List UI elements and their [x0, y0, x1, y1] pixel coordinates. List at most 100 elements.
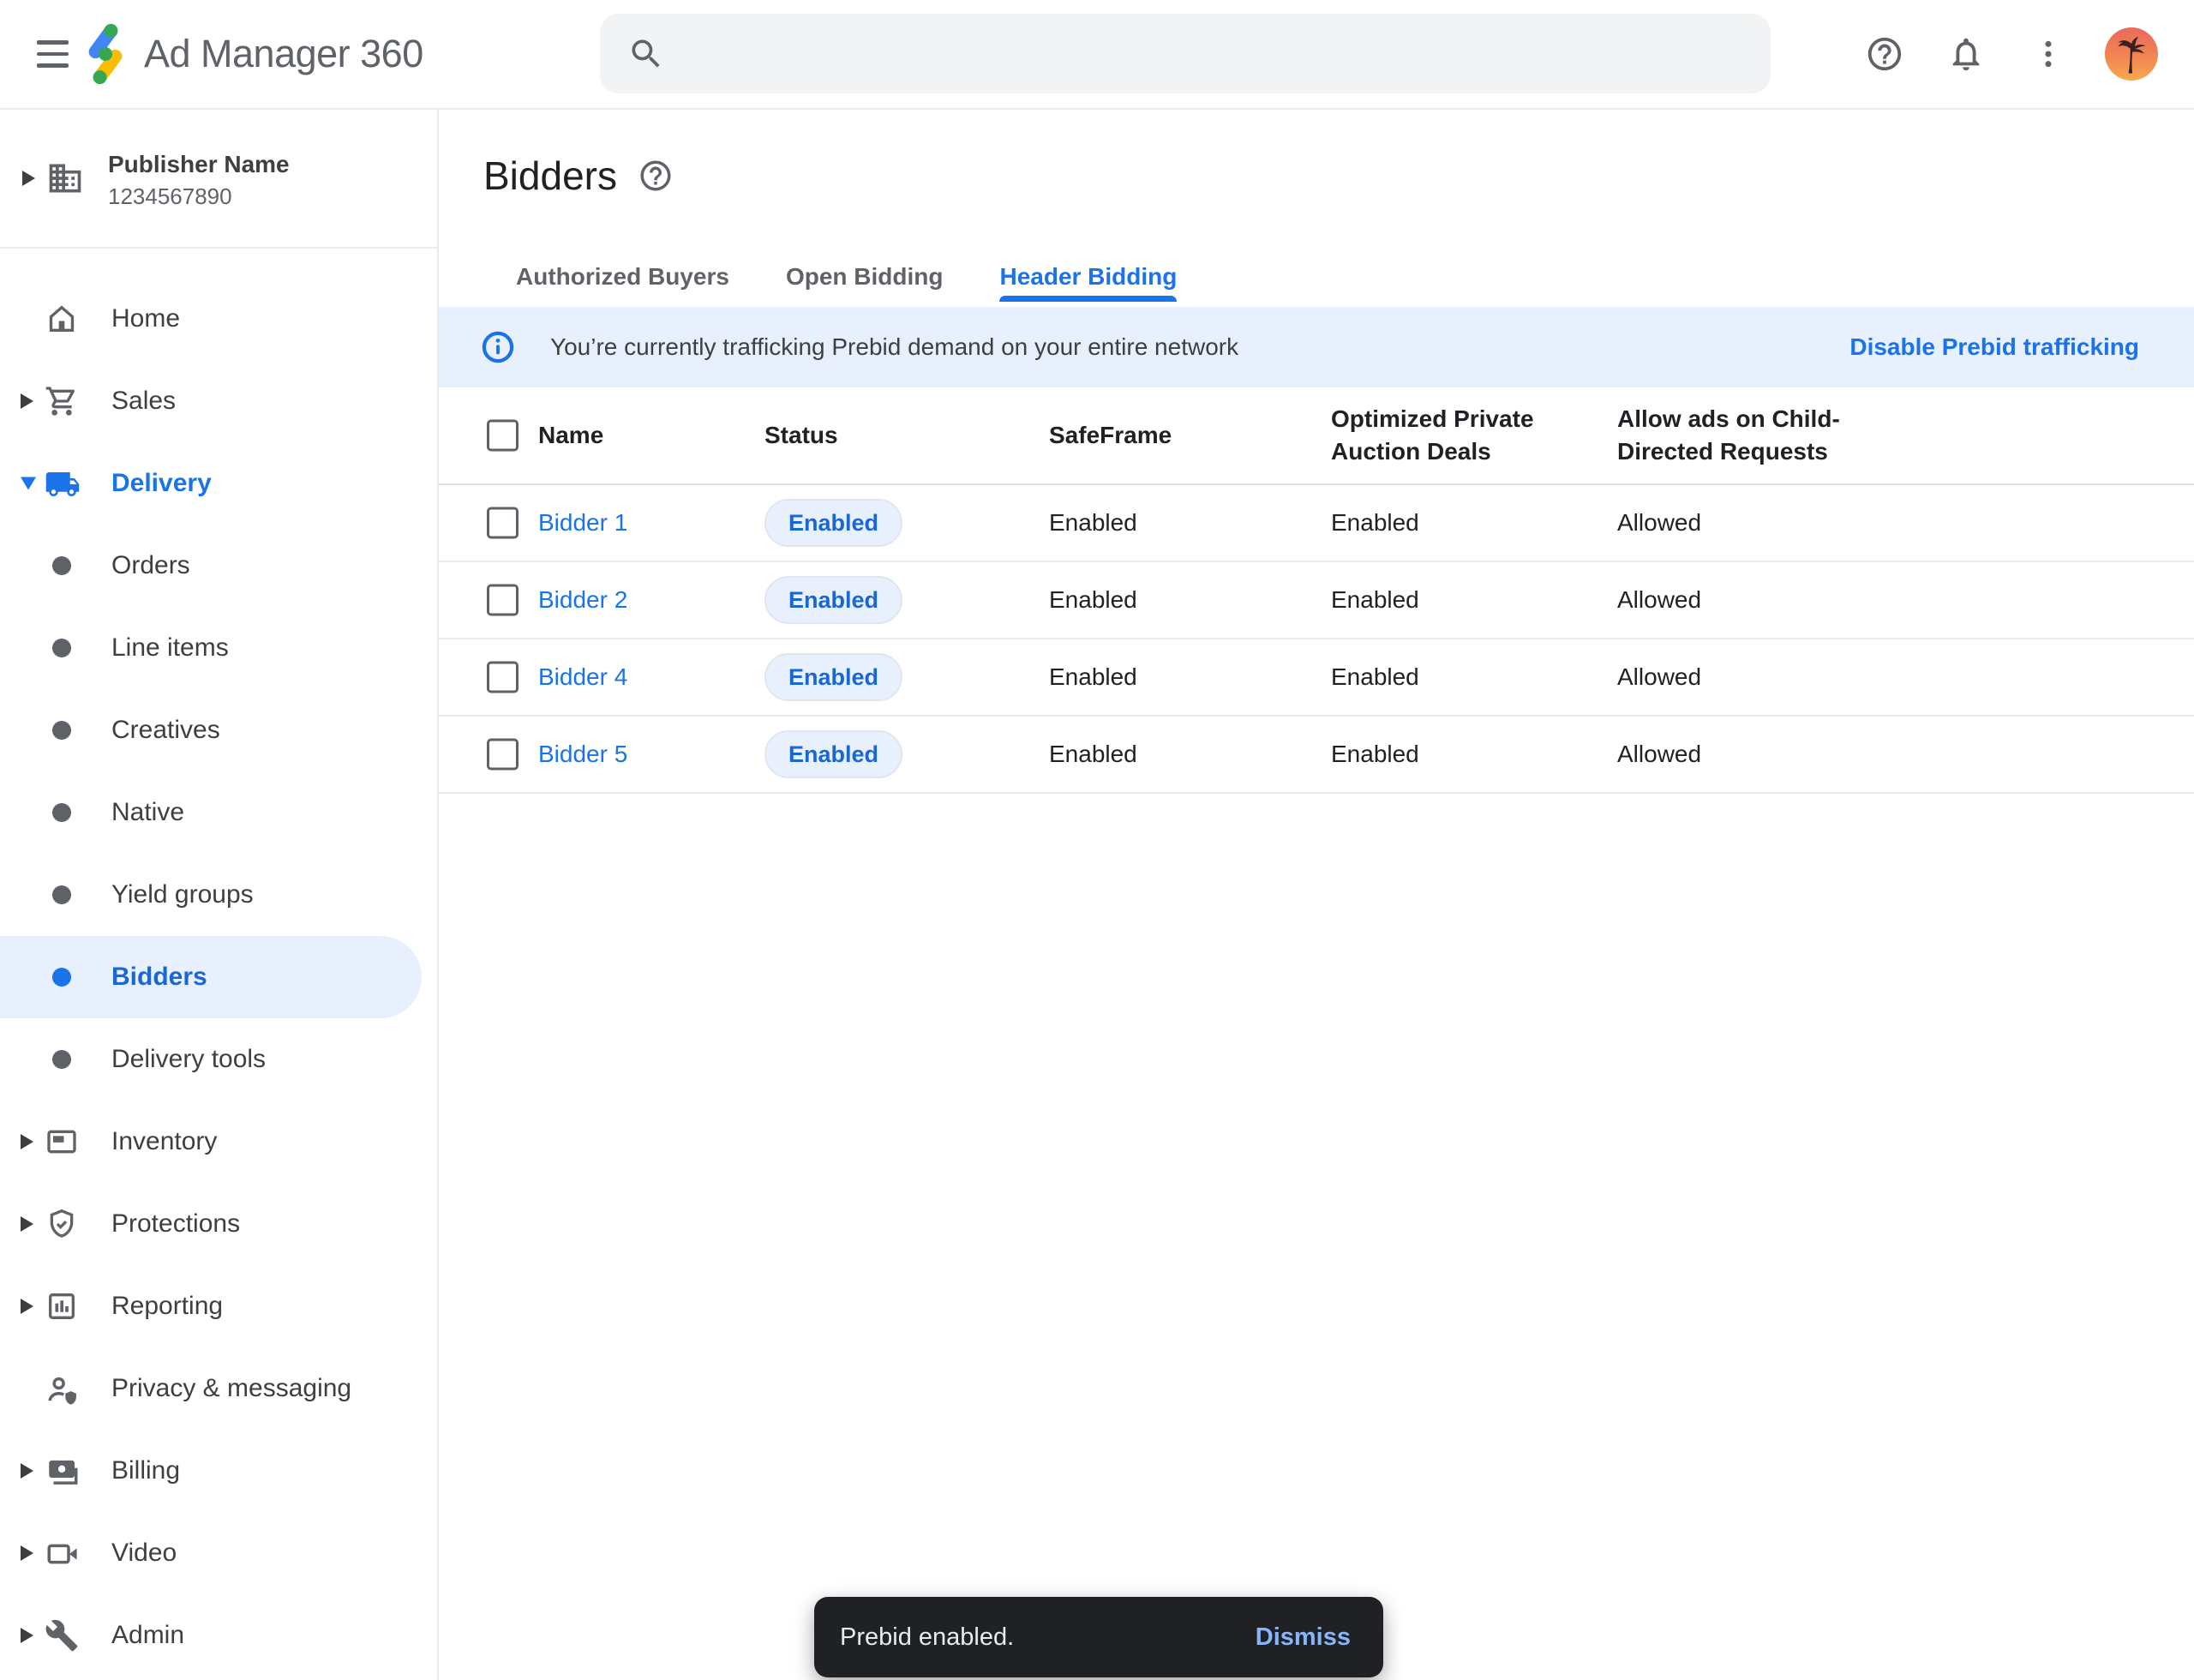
sidebar-item-label: Billing [111, 1456, 180, 1485]
expand-right-icon[interactable] [21, 1216, 33, 1232]
notifications-button[interactable] [1938, 26, 1994, 82]
sidebar-item-inventory[interactable]: Inventory [0, 1101, 437, 1183]
sidebar-item-label: Creatives [111, 716, 220, 745]
expand-right-icon[interactable] [21, 1628, 33, 1643]
bullet-icon [52, 639, 71, 657]
app-title: Ad Manager 360 [144, 0, 423, 108]
search-input[interactable] [691, 39, 1745, 69]
status-chip: Enabled [764, 576, 902, 624]
publisher-name: Publisher Name [108, 151, 290, 178]
sidebar-item-admin[interactable]: Admin [0, 1594, 437, 1677]
palm-tree-image [2108, 31, 2155, 77]
bidder-link[interactable]: Bidder 1 [538, 509, 627, 537]
publisher-id: 1234567890 [108, 183, 232, 210]
status-chip: Enabled [764, 653, 902, 701]
ad-manager-logo-icon [79, 19, 132, 93]
help-button[interactable] [1856, 26, 1913, 82]
bullet-icon [52, 556, 71, 575]
privacy-icon [45, 1371, 79, 1406]
toast-dismiss-button[interactable]: Dismiss [1256, 1623, 1351, 1652]
sidebar-item-label: Inventory [111, 1127, 217, 1156]
optimized-private-auction-deals-value: Enabled [1331, 586, 1419, 614]
sidebar-item-label: Privacy & messaging [111, 1374, 351, 1403]
bullet-icon [52, 803, 71, 822]
search-icon [627, 35, 665, 73]
expand-right-icon[interactable] [21, 393, 33, 409]
allow-child-directed-value: Allowed [1617, 509, 1701, 537]
allow-child-directed-value: Allowed [1617, 741, 1701, 768]
tab-label: Open Bidding [786, 263, 944, 291]
select-all-checkbox[interactable] [487, 420, 519, 452]
sidebar-item-protections[interactable]: Protections [0, 1183, 437, 1265]
more-options-button[interactable] [2020, 26, 2077, 82]
bell-icon [1946, 34, 1986, 74]
sidebar-item-billing[interactable]: Billing [0, 1430, 437, 1512]
column-header-name: Name [538, 419, 603, 452]
sidebar: Publisher Name 1234567890 Home Sales Deliv… [0, 110, 439, 1680]
building-icon [46, 159, 84, 197]
page-help-icon[interactable] [638, 158, 674, 194]
sidebar-item-home[interactable]: Home [0, 278, 437, 360]
shield-icon [45, 1207, 79, 1241]
bullet-icon [52, 721, 71, 740]
table-row: Bidder 1EnabledEnabledEnabledAllowed [439, 485, 2194, 562]
publisher-selector[interactable]: Publisher Name 1234567890 [0, 110, 437, 249]
sidebar-item-label: Video [111, 1539, 177, 1568]
sidebar-item-label: Yield groups [111, 880, 254, 909]
page-title: Bidders [483, 153, 617, 199]
hamburger-menu-icon[interactable] [33, 33, 74, 75]
expand-publisher-icon[interactable] [22, 171, 35, 186]
video-icon [45, 1536, 79, 1570]
expand-right-icon[interactable] [21, 1463, 33, 1479]
main-content: Bidders Authorized Buyers Open Bidding Hea… [439, 110, 2194, 1680]
expand-right-icon[interactable] [21, 1299, 33, 1314]
banner-message: You’re currently trafficking Prebid dema… [550, 333, 1238, 361]
bidder-link[interactable]: Bidder 4 [538, 663, 627, 691]
optimized-private-auction-deals-value: Enabled [1331, 509, 1419, 537]
column-header-status: Status [764, 419, 838, 452]
row-checkbox[interactable] [487, 507, 519, 539]
row-checkbox[interactable] [487, 662, 519, 693]
collapse-down-icon[interactable] [21, 477, 36, 490]
sidebar-item-video[interactable]: Video [0, 1512, 437, 1594]
safeframe-value: Enabled [1049, 509, 1137, 537]
row-checkbox[interactable] [487, 739, 519, 771]
allow-child-directed-value: Allowed [1617, 586, 1701, 614]
sidebar-item-privacy-messaging[interactable]: Privacy & messaging [0, 1347, 437, 1430]
toast-message: Prebid enabled. [840, 1623, 1014, 1652]
account-avatar[interactable] [2105, 27, 2158, 81]
sidebar-item-delivery[interactable]: Delivery [0, 442, 437, 525]
global-search[interactable] [600, 14, 1771, 93]
row-checkbox[interactable] [487, 585, 519, 616]
info-icon [480, 329, 516, 365]
status-chip: Enabled [764, 730, 902, 778]
tab-open-bidding[interactable]: Open Bidding [786, 252, 944, 302]
optimized-private-auction-deals-value: Enabled [1331, 741, 1419, 768]
expand-right-icon[interactable] [21, 1134, 33, 1149]
sidebar-item-line-items[interactable]: Line items [0, 607, 437, 689]
bullet-icon [52, 1050, 71, 1069]
bidder-link[interactable]: Bidder 5 [538, 741, 627, 768]
sidebar-item-label: Sales [111, 387, 176, 416]
sidebar-item-bidders[interactable]: Bidders [0, 936, 422, 1018]
billing-icon [45, 1454, 79, 1488]
sidebar-item-label: Bidders [111, 963, 207, 992]
sidebar-item-delivery-tools[interactable]: Delivery tools [0, 1018, 437, 1101]
sidebar-item-orders[interactable]: Orders [0, 525, 437, 607]
expand-right-icon[interactable] [21, 1545, 33, 1561]
sidebar-item-sales[interactable]: Sales [0, 360, 437, 442]
bidders-table: Bidder 1 Enabled Enabled Enabled Allowed Bidd… [439, 485, 2194, 794]
disable-prebid-link[interactable]: Disable Prebid trafficking [1849, 333, 2139, 361]
column-header-optimized-private-auction-deals: Optimized PrivateAuction Deals [1331, 403, 1534, 468]
help-icon [1865, 34, 1904, 74]
cart-icon [45, 384, 79, 418]
sidebar-item-yield-groups[interactable]: Yield groups [0, 854, 437, 936]
sidebar-item-creatives[interactable]: Creatives [0, 689, 437, 771]
sidebar-item-native[interactable]: Native [0, 771, 437, 854]
sidebar-item-label: Protections [111, 1209, 240, 1239]
sidebar-item-reporting[interactable]: Reporting [0, 1265, 437, 1347]
tab-authorized-buyers[interactable]: Authorized Buyers [516, 252, 729, 302]
tab-label: Header Bidding [999, 263, 1177, 291]
tab-header-bidding[interactable]: Header Bidding [999, 252, 1177, 302]
bidder-link[interactable]: Bidder 2 [538, 586, 627, 614]
